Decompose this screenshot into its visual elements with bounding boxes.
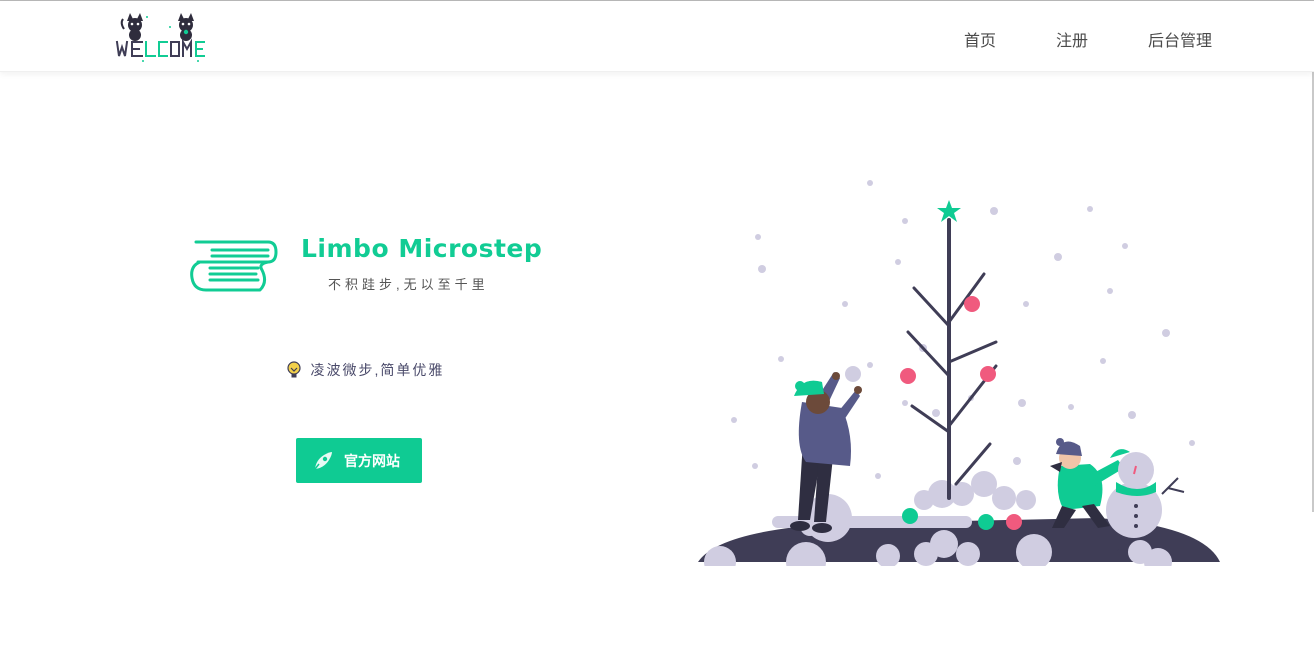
nav-admin-link[interactable]: 后台管理	[1148, 27, 1212, 51]
rocket-icon	[314, 451, 332, 469]
welcome-logo-image	[115, 13, 205, 62]
brand-block: Limbo Microstep 不积跬步,无以至千里	[188, 232, 568, 302]
top-navbar: 首页 注册 后台管理	[0, 1, 1314, 72]
winter-illustration	[698, 180, 1220, 566]
tagline-text: 凌波微步,简单优雅	[310, 362, 445, 378]
official-site-button-label: 官方网站	[344, 452, 400, 469]
nav-home-link[interactable]: 首页	[964, 27, 996, 51]
tagline: 凌波微步,简单优雅	[286, 360, 444, 380]
book-icon	[190, 240, 278, 292]
child-throwing-snowball	[790, 372, 862, 533]
nav-register-link[interactable]: 注册	[1056, 27, 1088, 51]
brand-title: Limbo Microstep	[301, 234, 543, 263]
brand-subtitle: 不积跬步,无以至千里	[328, 277, 489, 292]
cat-icon	[178, 13, 194, 41]
welcome-logo[interactable]	[112, 9, 212, 65]
official-site-button[interactable]: 官方网站	[296, 438, 422, 483]
lightbulb-icon	[287, 361, 301, 378]
cat-icon	[120, 13, 143, 41]
